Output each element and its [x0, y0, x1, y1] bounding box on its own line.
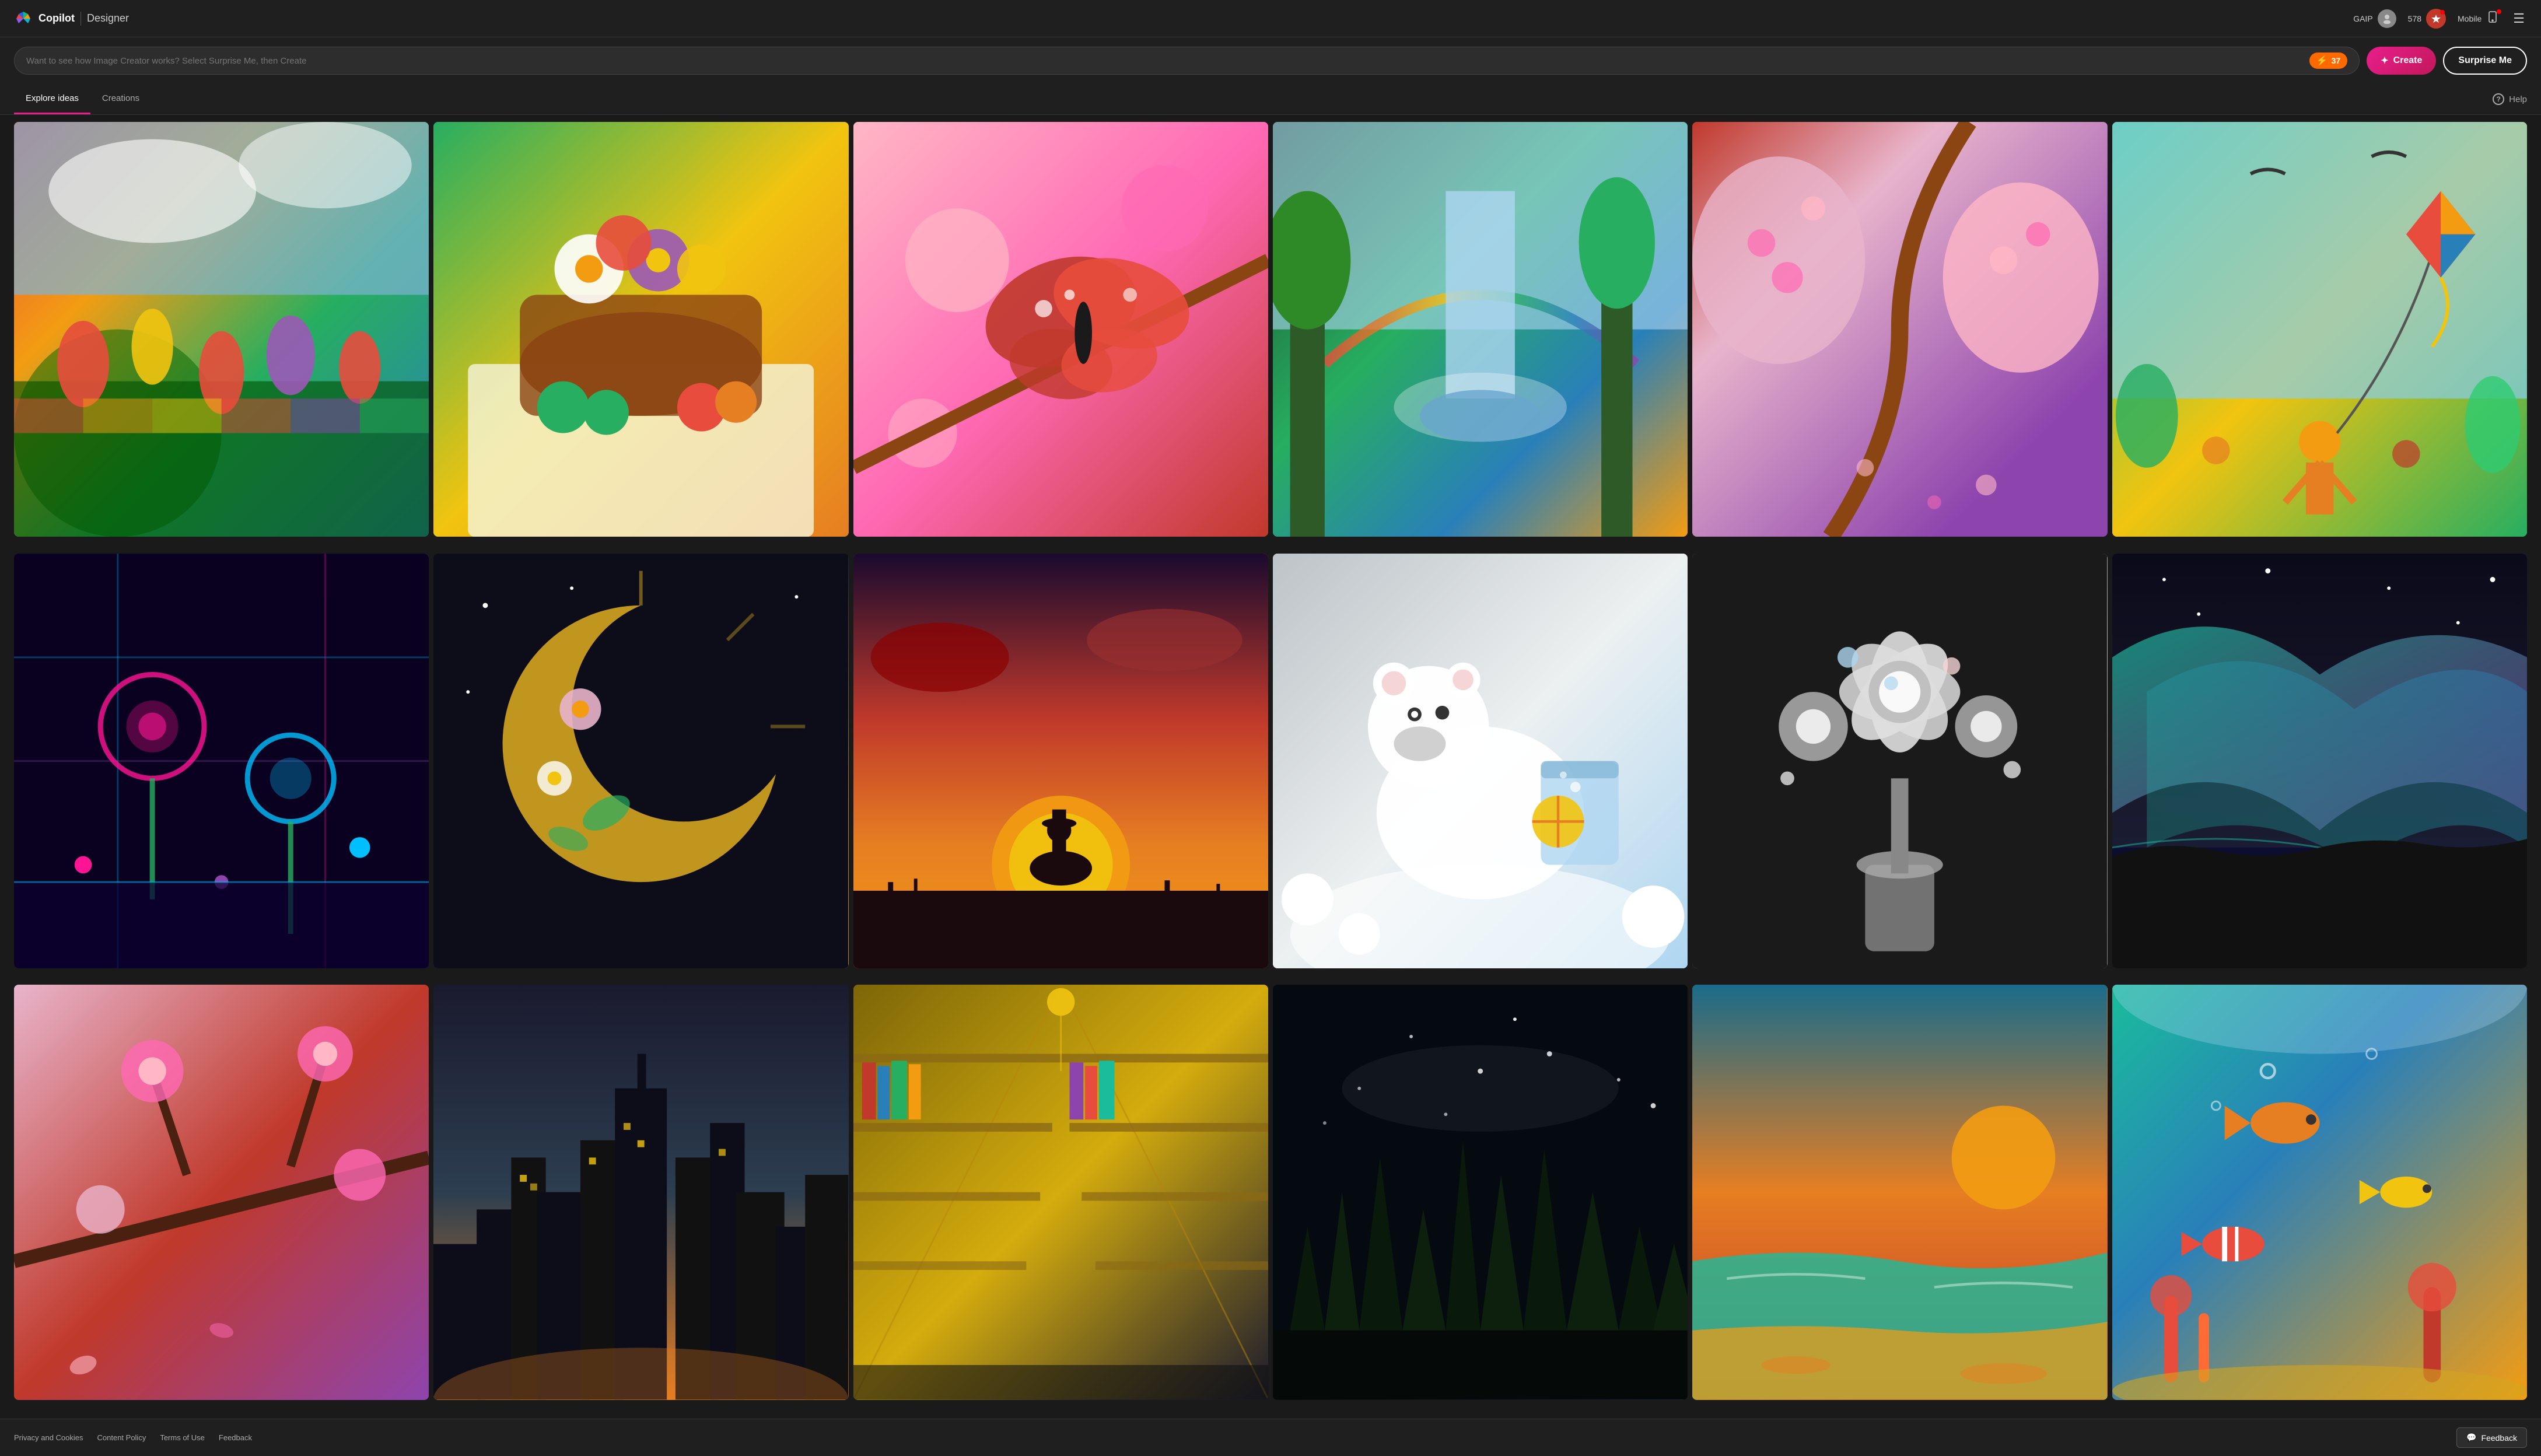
mobile-icon [2486, 10, 2499, 27]
create-label: Create [2393, 55, 2423, 66]
grid-item-sunset[interactable] [853, 554, 1268, 968]
boost-count-badge: ⚡ 37 [2309, 52, 2348, 69]
grid-item-tulips[interactable] [14, 122, 429, 537]
grid-item-jewel[interactable] [1692, 554, 2107, 968]
grid-item-underwater[interactable] [2112, 985, 2527, 1399]
logo-area: Copilot Designer [14, 9, 129, 28]
create-icon: ✦ [2381, 55, 2388, 66]
product-name: Designer [87, 12, 129, 24]
boost-count-label: 578 [2408, 14, 2421, 23]
header: Copilot Designer GAIP 578 Mobile [0, 0, 2541, 37]
grid-item-library[interactable] [853, 985, 1268, 1399]
app-name: Copilot [38, 12, 75, 24]
mobile-label: Mobile [2458, 14, 2482, 23]
grid-item-citynight[interactable] [433, 985, 848, 1399]
search-bar: ⚡ 37 [14, 47, 2360, 75]
boost-nav-item[interactable]: 578 [2408, 9, 2446, 29]
grid-item-moon[interactable] [433, 554, 848, 968]
grid-item-forest[interactable] [1273, 985, 1688, 1399]
lightning-icon: ⚡ [2316, 55, 2328, 66]
tab-explore-ideas[interactable]: Explore ideas [14, 84, 90, 114]
header-divider [80, 12, 81, 26]
hamburger-button[interactable]: ☰ [2511, 9, 2527, 29]
boost-count-value: 37 [2332, 56, 2341, 65]
grid-item-neon[interactable] [14, 554, 429, 968]
help-icon: ? [2493, 93, 2504, 105]
grid-item-kite[interactable] [2112, 122, 2527, 537]
grid-item-polarbear[interactable] [1273, 554, 1688, 968]
surprise-me-button[interactable]: Surprise Me [2443, 47, 2527, 75]
tabs-nav: Explore ideas Creations [14, 84, 151, 114]
footer-feedback-link[interactable]: Feedback [219, 1433, 252, 1442]
mobile-nav-item[interactable]: Mobile [2458, 10, 2499, 27]
grid-item-aurora[interactable] [2112, 554, 2527, 968]
footer-right: 💬 Feedback [2456, 1427, 2527, 1448]
feedback-button[interactable]: 💬 Feedback [2456, 1427, 2527, 1448]
search-input[interactable] [26, 56, 2309, 66]
gaip-nav-item[interactable]: GAIP [2353, 9, 2396, 28]
boost-badge-icon [2426, 9, 2446, 29]
search-area: ⚡ 37 ✦ Create Surprise Me [0, 37, 2541, 84]
user-avatar [2378, 9, 2396, 28]
create-button[interactable]: ✦ Create [2367, 47, 2436, 75]
header-right: GAIP 578 Mobile [2353, 9, 2527, 29]
grid-item-butterfly[interactable] [853, 122, 1268, 537]
footer-privacy-link[interactable]: Privacy and Cookies [14, 1433, 83, 1442]
tab-creations[interactable]: Creations [90, 84, 151, 114]
gaip-label: GAIP [2353, 14, 2372, 23]
grid-item-flowers[interactable] [433, 122, 848, 537]
footer-content-policy-link[interactable]: Content Policy [97, 1433, 146, 1442]
image-grid [0, 115, 2541, 1419]
grid-item-beach[interactable] [1692, 985, 2107, 1399]
grid-item-cherry[interactable] [1692, 122, 2107, 537]
feedback-button-label: Feedback [2482, 1433, 2517, 1443]
footer-terms-link[interactable]: Terms of Use [160, 1433, 205, 1442]
copilot-logo-icon [14, 9, 33, 28]
tabs-area: Explore ideas Creations ? Help [0, 84, 2541, 115]
grid-item-blossom[interactable] [14, 985, 429, 1399]
help-area[interactable]: ? Help [2493, 93, 2527, 105]
grid-item-waterfall[interactable] [1273, 122, 1688, 537]
feedback-icon: 💬 [2466, 1433, 2476, 1443]
help-label: Help [2509, 94, 2527, 104]
footer: Privacy and Cookies Content Policy Terms… [0, 1419, 2541, 1456]
